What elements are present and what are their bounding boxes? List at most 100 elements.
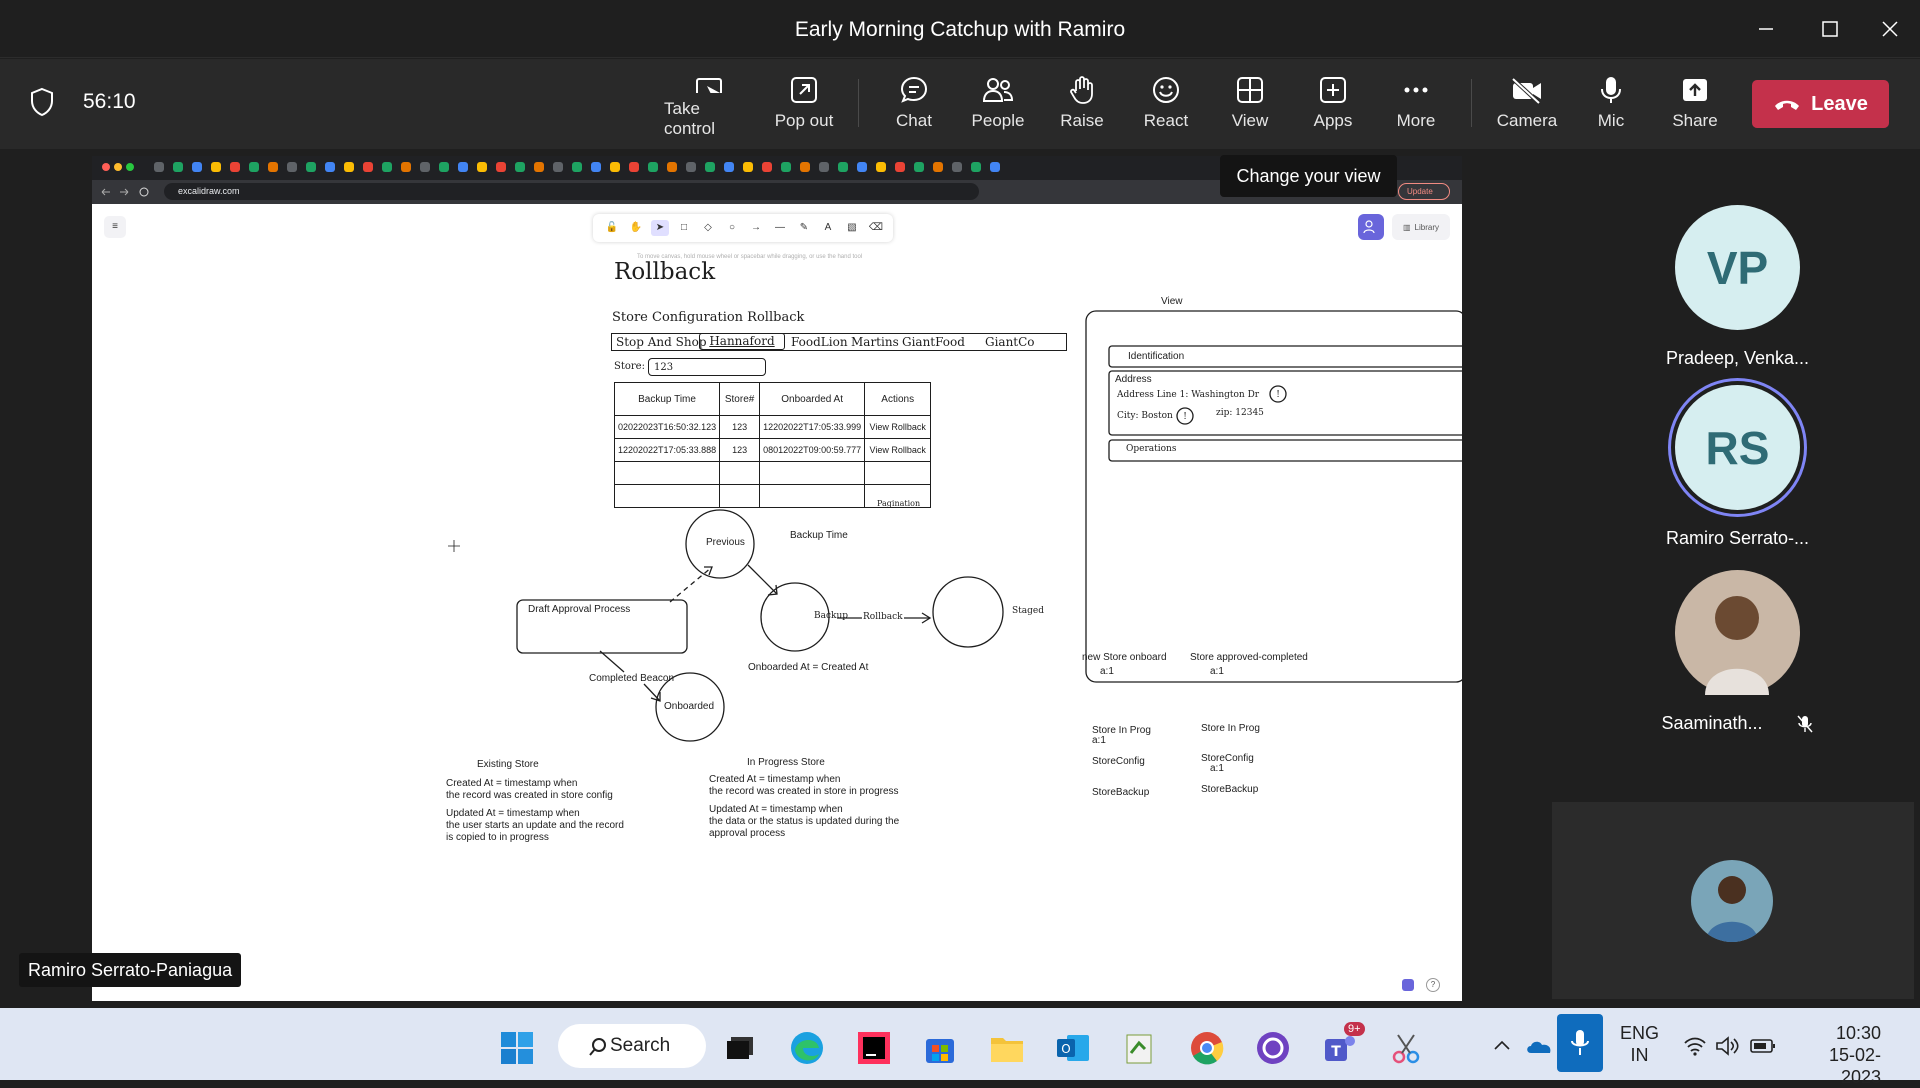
chat-button[interactable]: Chat (888, 75, 940, 139)
tab-favicon-icon[interactable] (230, 162, 240, 172)
tab-favicon-icon[interactable] (895, 162, 905, 172)
maximize-button[interactable] (1808, 12, 1852, 46)
tab-favicon-icon[interactable] (496, 162, 506, 172)
tab-favicon-icon[interactable] (439, 162, 449, 172)
tab-favicon-icon[interactable] (287, 162, 297, 172)
tab-favicon-icon[interactable] (971, 162, 981, 172)
mic-button[interactable]: Mic (1585, 75, 1637, 139)
tab-favicon-icon[interactable] (648, 162, 658, 172)
share-button[interactable]: Share (1669, 75, 1721, 139)
start-button[interactable] (497, 1028, 537, 1068)
tab-favicon-icon[interactable] (629, 162, 639, 172)
notepad-app[interactable] (1120, 1028, 1160, 1068)
tab-favicon-icon[interactable] (401, 162, 411, 172)
participant-tile-speaking[interactable]: RS Ramiro Serrato-... (1555, 385, 1920, 549)
right-note: StoreBackup (1092, 787, 1150, 798)
teams-app[interactable]: T 9+ (1320, 1022, 1365, 1068)
right-note: Store approved-completed (1190, 652, 1308, 663)
help-icon[interactable]: ? (1426, 978, 1440, 992)
tab-favicon-icon[interactable] (724, 162, 734, 172)
taskbar-search[interactable]: Search (558, 1024, 706, 1068)
store-app[interactable] (920, 1028, 960, 1068)
apps-button[interactable]: Apps (1307, 75, 1359, 139)
note-line: is copied to in progress (446, 832, 549, 843)
tab-favicon-icon[interactable] (857, 162, 867, 172)
tab-favicon-icon[interactable] (667, 162, 677, 172)
onedrive-cloud-icon[interactable] (1525, 1038, 1553, 1054)
tab-favicon-icon[interactable] (420, 162, 430, 172)
tab-favicon-icon[interactable] (800, 162, 810, 172)
tab-favicon-icon[interactable] (211, 162, 221, 172)
camera-button[interactable]: Camera (1495, 75, 1559, 139)
task-view-button[interactable] (720, 1028, 760, 1068)
chat-icon (900, 76, 928, 103)
tab-favicon-icon[interactable] (705, 162, 715, 172)
tab-favicon-icon[interactable] (325, 162, 335, 172)
participant-tile[interactable]: VP Pradeep, Venka... (1555, 205, 1920, 369)
wifi-icon[interactable] (1683, 1036, 1707, 1056)
tab-favicon-icon[interactable] (781, 162, 791, 172)
snipping-tool-app[interactable] (1386, 1028, 1426, 1068)
file-explorer-app[interactable] (987, 1028, 1027, 1068)
microsoft-store-icon (926, 1039, 954, 1063)
tab-favicon-icon[interactable] (876, 162, 886, 172)
tab-favicon-icon[interactable] (591, 162, 601, 172)
address-bar[interactable]: excalidraw.com (164, 183, 979, 200)
tab-favicon-icon[interactable] (192, 162, 202, 172)
tab-favicon-icon[interactable] (382, 162, 392, 172)
volume-icon[interactable] (1715, 1036, 1741, 1056)
outlook-app[interactable]: O (1053, 1028, 1093, 1068)
tab-favicon-icon[interactable] (515, 162, 525, 172)
tab-favicon-icon[interactable] (952, 162, 962, 172)
tab-favicon-icon[interactable] (610, 162, 620, 172)
people-button[interactable]: People (966, 75, 1030, 139)
meeting-toolbar: 56:10 Take control Pop out Chat People R… (0, 59, 1920, 149)
tab-favicon-icon[interactable] (819, 162, 829, 172)
leave-button[interactable]: Leave (1752, 80, 1889, 128)
tab-favicon-icon[interactable] (914, 162, 924, 172)
minimize-button[interactable] (1744, 12, 1788, 46)
search-label: Search (610, 1035, 671, 1056)
clock[interactable]: 10:30 15-02-2023 (1795, 1022, 1881, 1088)
close-window-button[interactable] (1868, 12, 1912, 46)
edge-app[interactable] (787, 1028, 827, 1068)
tab-favicon-icon[interactable] (458, 162, 468, 172)
intellij-app[interactable] (854, 1028, 894, 1068)
tab-favicon-icon[interactable] (154, 162, 164, 172)
tab-favicon-icon[interactable] (534, 162, 544, 172)
update-button[interactable]: Update (1398, 183, 1450, 200)
react-button[interactable]: React (1140, 75, 1192, 139)
people-icon (982, 78, 1014, 102)
take-control-button[interactable]: Take control (664, 75, 754, 139)
self-video-tile[interactable] (1552, 802, 1914, 999)
toolbar-divider (1471, 79, 1472, 127)
tab-favicon-icon[interactable] (762, 162, 772, 172)
tab-favicon-icon[interactable] (553, 162, 563, 172)
pop-out-button[interactable]: Pop out (773, 75, 835, 139)
chrome-app[interactable] (1187, 1028, 1227, 1068)
chevron-up-icon[interactable] (1494, 1040, 1510, 1050)
more-button[interactable]: More (1390, 75, 1442, 139)
tab-favicon-icon[interactable] (933, 162, 943, 172)
excalidraw-canvas[interactable]: ≡ 🔓 ✋ ➤ □ ◇ ○ → — ✎ A ▧ ⌫ To move canvas, hold mous… (92, 204, 1462, 1001)
tab-favicon-icon[interactable] (743, 162, 753, 172)
view-button[interactable]: View (1224, 75, 1276, 139)
tab-favicon-icon[interactable] (686, 162, 696, 172)
avatar: VP (1675, 205, 1800, 330)
tab-favicon-icon[interactable] (249, 162, 259, 172)
battery-icon[interactable] (1750, 1038, 1776, 1054)
tab-favicon-icon[interactable] (990, 162, 1000, 172)
tab-favicon-icon[interactable] (477, 162, 487, 172)
tab-favicon-icon[interactable] (173, 162, 183, 172)
raise-hand-button[interactable]: Raise (1056, 75, 1108, 139)
tab-favicon-icon[interactable] (363, 162, 373, 172)
tab-favicon-icon[interactable] (268, 162, 278, 172)
tab-favicon-icon[interactable] (306, 162, 316, 172)
tab-favicon-icon[interactable] (572, 162, 582, 172)
language-indicator[interactable]: ENG IN (1620, 1022, 1659, 1066)
tab-favicon-icon[interactable] (344, 162, 354, 172)
mic-in-use-button[interactable] (1557, 1014, 1603, 1072)
tab-favicon-icon[interactable] (838, 162, 848, 172)
participant-tile[interactable]: Saaminath... (1555, 570, 1920, 734)
github-desktop-app[interactable] (1253, 1028, 1293, 1068)
